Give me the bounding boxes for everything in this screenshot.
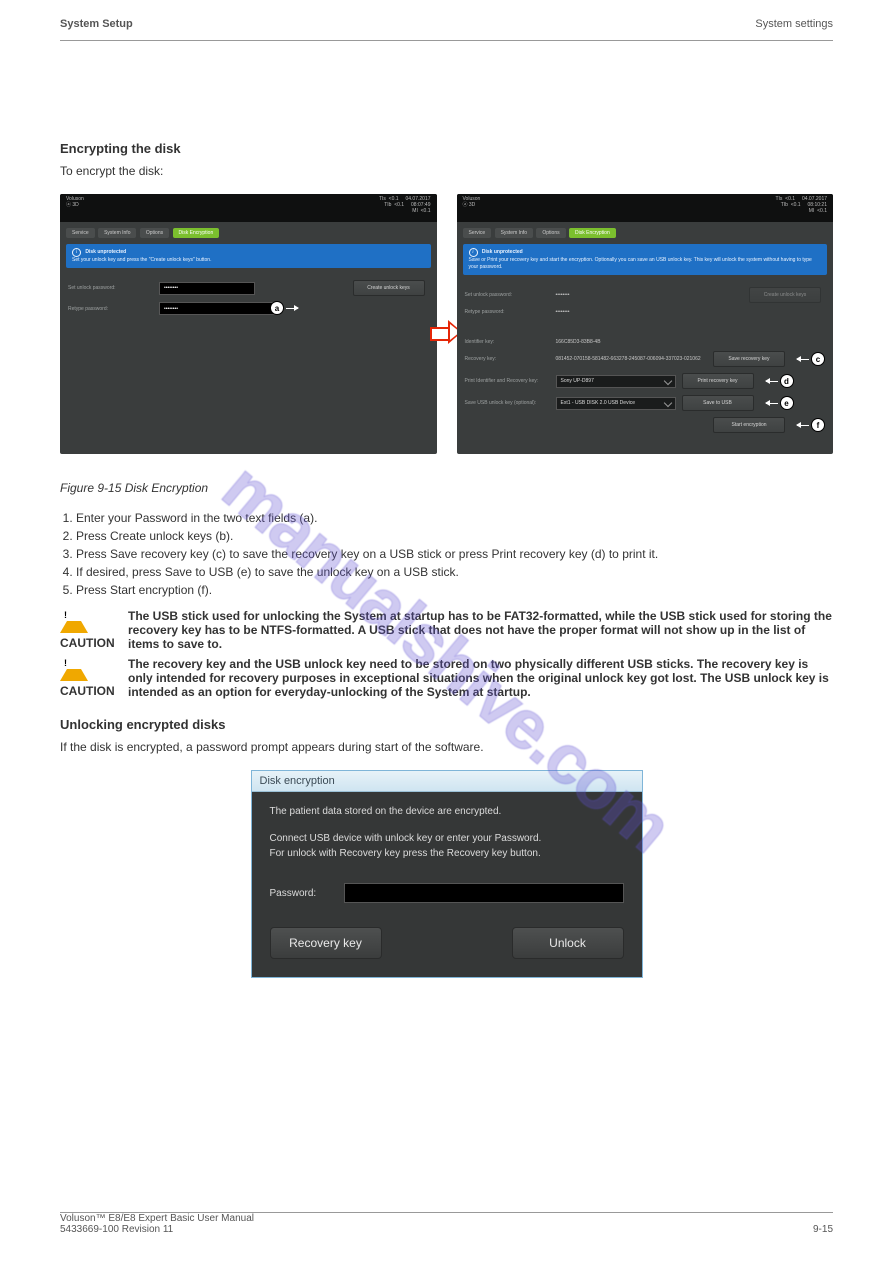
steps-list: Enter your Password in the two text fiel… bbox=[76, 511, 833, 597]
print-keys-label: Print Identifier and Recovery key: bbox=[465, 378, 550, 384]
dialog-line-2: Connect USB device with unlock key or en… bbox=[270, 833, 624, 844]
step-4: If desired, press Save to USB (e) to sav… bbox=[76, 565, 833, 579]
set-pwd-label: Set unlock password: bbox=[68, 285, 153, 291]
encrypt-title: Encrypting the disk bbox=[60, 141, 833, 156]
printer-select[interactable]: Sony UP-D897 bbox=[556, 375, 676, 388]
caution-label: CAUTION bbox=[60, 684, 115, 698]
arrow-icon bbox=[797, 359, 809, 360]
retype-pwd-value: •••••••• bbox=[556, 309, 826, 315]
marker-f: f bbox=[811, 418, 825, 432]
step-3: Press Save recovery key (c) to save the … bbox=[76, 547, 833, 561]
warning-icon bbox=[60, 609, 88, 633]
arrow-icon bbox=[766, 381, 778, 382]
info-icon: i bbox=[72, 248, 81, 257]
arrow-icon bbox=[766, 403, 778, 404]
tab-disk-encryption[interactable]: Disk Encryption bbox=[569, 228, 616, 238]
screenshot-row: Voluson ⓐ 3D TIs <0.1 04.07.2017 TIb <0.… bbox=[60, 194, 833, 454]
figure-caption: Figure 9-15 Disk Encryption bbox=[60, 479, 833, 497]
marker-d: d bbox=[780, 374, 794, 388]
marker-c: c bbox=[811, 352, 825, 366]
step-1: Enter your Password in the two text fiel… bbox=[76, 511, 833, 525]
caution-text-1: The USB stick used for unlocking the Sys… bbox=[128, 609, 833, 651]
dialog-password-input[interactable] bbox=[344, 883, 624, 903]
set-pwd-label: Set unlock password: bbox=[465, 292, 550, 298]
retype-pwd-label: Retype password: bbox=[465, 309, 550, 315]
step-5: Press Start encryption (f). bbox=[76, 583, 833, 597]
info-text: Set your unlock key and press the "Creat… bbox=[72, 257, 211, 263]
step-2: Press Create unlock keys (b). bbox=[76, 529, 833, 543]
footer-left: Voluson™ E8/E8 Expert Basic User Manual … bbox=[60, 1213, 254, 1235]
tab-system-info[interactable]: System Info bbox=[495, 228, 533, 238]
info-banner: i Disk unprotected Set your unlock key a… bbox=[66, 244, 431, 268]
tab-system-info[interactable]: System Info bbox=[98, 228, 136, 238]
screenshot-right: Voluson ⓐ 3D TIs <0.1 04.07.2017 TIb <0.… bbox=[457, 194, 834, 454]
set-pwd-value: •••••••• bbox=[556, 292, 744, 298]
probe-icon: ⓐ 3D bbox=[66, 202, 84, 208]
retype-pwd-input[interactable]: •••••••• bbox=[159, 302, 279, 315]
caution-text-2: The recovery key and the USB unlock key … bbox=[128, 657, 833, 699]
unlock-button[interactable]: Unlock bbox=[512, 927, 624, 959]
tabs-row: Service System Info Options Disk Encrypt… bbox=[457, 222, 834, 238]
set-pwd-input[interactable]: •••••••• bbox=[159, 282, 255, 295]
save-to-usb-button[interactable]: Save to USB bbox=[682, 395, 754, 411]
callout-a: a bbox=[270, 301, 300, 315]
info-text: Save or Print your recovery key and star… bbox=[469, 257, 812, 270]
encrypt-intro: To encrypt the disk: bbox=[60, 162, 833, 180]
dialog-line-1: The patient data stored on the device ar… bbox=[270, 806, 624, 817]
dialog-line-3: For unlock with Recovery key press the R… bbox=[270, 848, 624, 859]
retype-pwd-label: Retype password: bbox=[68, 306, 153, 312]
printer-select-value: Sony UP-D897 bbox=[561, 378, 594, 384]
warning-icon bbox=[60, 657, 88, 681]
arrow-icon bbox=[286, 308, 298, 309]
save-usb-key-label: Save USB unlock key (optional): bbox=[465, 400, 550, 406]
dialog-password-label: Password: bbox=[270, 888, 330, 899]
info-title: Disk unprotected bbox=[85, 249, 126, 255]
recovery-key-label: Recovery key: bbox=[465, 356, 550, 362]
create-unlock-keys-button[interactable]: Create unlock keys bbox=[353, 280, 425, 296]
print-recovery-key-button[interactable]: Print recovery key bbox=[682, 373, 754, 389]
dialog-title: Disk encryption bbox=[252, 771, 642, 792]
usb-device-select-value: Ext1 - USB DISK 2.0 USB Device bbox=[561, 400, 635, 406]
unlock-title: Unlocking encrypted disks bbox=[60, 717, 833, 732]
identifier-key-value: 166C85D3-83B8-4B bbox=[556, 339, 826, 345]
marker-a: a bbox=[270, 301, 284, 315]
chevron-down-icon bbox=[663, 377, 671, 385]
info-icon: i bbox=[469, 248, 478, 257]
tab-service[interactable]: Service bbox=[66, 228, 95, 238]
arrow-icon bbox=[797, 425, 809, 426]
page-header-right: System settings bbox=[755, 18, 833, 30]
footer-right: 9-15 bbox=[813, 1224, 833, 1235]
screenshot-left: Voluson ⓐ 3D TIs <0.1 04.07.2017 TIb <0.… bbox=[60, 194, 437, 454]
unlock-dialog: Disk encryption The patient data stored … bbox=[251, 770, 643, 978]
caution-1: CAUTION The USB stick used for unlocking… bbox=[60, 609, 833, 651]
marker-e: e bbox=[780, 396, 794, 410]
probe-icon: ⓐ 3D bbox=[463, 202, 481, 208]
tab-disk-encryption[interactable]: Disk Encryption bbox=[173, 228, 220, 238]
usb-device-select[interactable]: Ext1 - USB DISK 2.0 USB Device bbox=[556, 397, 676, 410]
tab-options[interactable]: Options bbox=[140, 228, 169, 238]
tab-service[interactable]: Service bbox=[463, 228, 492, 238]
info-banner: i Disk unprotected Save or Print your re… bbox=[463, 244, 828, 275]
header-stats: TIs <0.1 04.07.2017 TIb <0.1 08:07:49 MI… bbox=[379, 196, 431, 220]
unlock-text: If the disk is encrypted, a password pro… bbox=[60, 738, 833, 756]
tab-options[interactable]: Options bbox=[536, 228, 565, 238]
caution-2: CAUTION The recovery key and the USB unl… bbox=[60, 657, 833, 699]
page-header-left: System Setup bbox=[60, 18, 133, 30]
start-encryption-button[interactable]: Start encryption bbox=[713, 417, 785, 433]
identifier-key-label: Identifier key: bbox=[465, 339, 550, 345]
create-unlock-keys-button: Create unlock keys bbox=[749, 287, 821, 303]
caution-label: CAUTION bbox=[60, 636, 115, 650]
recovery-key-value: 081452-070158-581482-663278-245087-00609… bbox=[556, 356, 708, 362]
tabs-row: Service System Info Options Disk Encrypt… bbox=[60, 222, 437, 238]
chevron-down-icon bbox=[663, 399, 671, 407]
header-stats: TIs <0.1 04.07.2017 TIb <0.1 08:10:21 MI… bbox=[775, 196, 827, 220]
save-recovery-key-button[interactable]: Save recovery key bbox=[713, 351, 785, 367]
recovery-key-button[interactable]: Recovery key bbox=[270, 927, 382, 959]
info-title: Disk unprotected bbox=[482, 249, 523, 255]
